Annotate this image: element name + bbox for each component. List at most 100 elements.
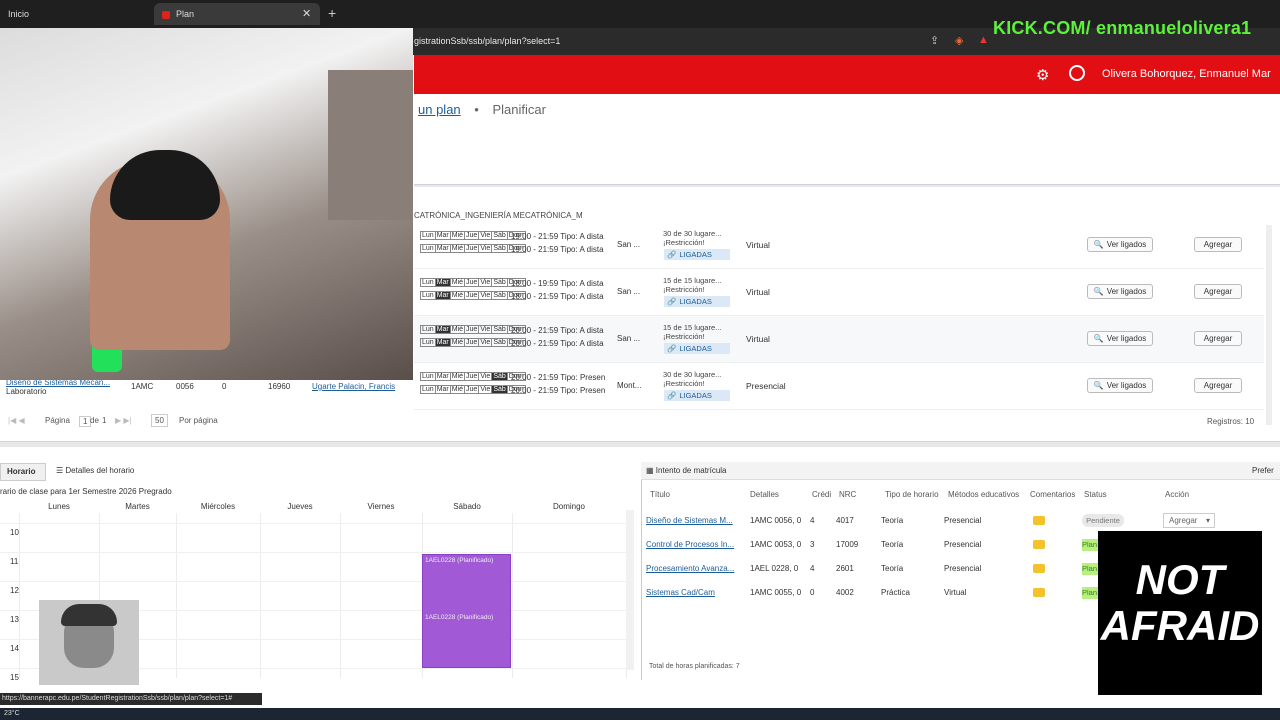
link-icon: 🔗 [667, 344, 677, 353]
meeting-days: Lun Mar Mié Jue Vie Sáb Dom [420, 385, 526, 394]
course-title-link[interactable]: Procesamiento Avanza... [646, 564, 736, 573]
schedule-type: Teoría [881, 516, 904, 525]
day-cell: Sáb [491, 325, 508, 334]
logo-line: AFRAID [1100, 602, 1260, 649]
tab-label: Plan [176, 9, 195, 19]
view-linked-button[interactable]: 🔍 Ver ligados [1087, 237, 1153, 252]
restriction-label: ¡Restricción! [663, 238, 705, 247]
day-cell: Mié [449, 338, 466, 347]
calendar-scrollbar[interactable] [626, 510, 634, 670]
column-header[interactable]: Tipo de horario [885, 490, 939, 499]
column-header[interactable]: Status [1084, 490, 1107, 499]
seats-status: 15 de 15 lugare... [663, 276, 722, 285]
column-header[interactable]: Título [650, 490, 670, 499]
comment-note-icon[interactable] [1033, 588, 1045, 597]
linked-badge[interactable]: 🔗 LIGADAS [664, 343, 730, 354]
action-select[interactable]: Agregar ▾ [1163, 513, 1215, 528]
add-button[interactable]: Agregar [1194, 378, 1242, 393]
comment-note-icon[interactable] [1033, 564, 1045, 573]
day-cell: Mar [434, 278, 451, 287]
program-label: CATRÓNICA_INGENIERÍA MECATRÓNICA_M [414, 211, 583, 220]
column-header[interactable]: Crédi [812, 490, 831, 499]
day-cell: Mar [434, 291, 451, 300]
link-icon: 🔗 [667, 391, 677, 400]
first-page-icon[interactable]: |◀ ◀ [8, 416, 25, 425]
tab-horario[interactable]: Horario [0, 463, 46, 481]
linked-badge[interactable]: 🔗 LIGADAS [664, 249, 730, 260]
user-name[interactable]: Olivera Bohorquez, Enmanuel Mar [1102, 68, 1271, 80]
results-scrollbar[interactable] [1266, 225, 1272, 425]
column-header[interactable]: Métodos educativos [948, 490, 1019, 499]
panel-splitter[interactable] [0, 441, 1280, 447]
close-tab-icon[interactable]: ✕ [302, 7, 311, 20]
comment-note-icon[interactable] [1033, 540, 1045, 549]
day-cell: Lun [420, 385, 436, 394]
user-avatar-icon[interactable] [1069, 65, 1085, 81]
course-details: 1AMC 0056, 0 [750, 516, 802, 525]
meeting-time: 19:00 - 21:59 Tipo: A dista [511, 232, 604, 241]
column-header[interactable]: Detalles [750, 490, 779, 499]
course-credits: 4 [810, 564, 815, 573]
view-linked-label: Ver ligados [1106, 381, 1147, 390]
status-badge: Pendiente [1082, 514, 1124, 527]
day-cell: Mié [449, 278, 466, 287]
comment-note-icon[interactable] [1033, 516, 1045, 525]
add-button[interactable]: Agregar [1194, 237, 1242, 252]
gear-icon[interactable]: ⚙ [1036, 66, 1049, 84]
instructor-link[interactable]: Ugarte Palacin, Francis [312, 382, 395, 391]
search-icon: 🔍 [1093, 287, 1104, 296]
url-text[interactable]: gistrationSsb/ssb/plan/plan?select=1 [414, 36, 560, 46]
breadcrumb: un plan • Planificar [418, 102, 546, 117]
view-linked-button[interactable]: 🔍 Ver ligados [1087, 284, 1153, 299]
column-header[interactable]: Comentarios [1030, 490, 1075, 499]
class-block-label: 1AEL0228 (Planificado) [425, 557, 494, 564]
linked-label: LIGADAS [679, 250, 712, 259]
day-cell: Mar [434, 325, 451, 334]
campus: Mont... [617, 381, 642, 390]
column-header[interactable]: Acción [1165, 490, 1189, 499]
course-details: 1AMC 0053, 0 [750, 540, 802, 549]
day-cell: Sáb [491, 278, 508, 287]
brave-shield-icon[interactable]: ◈ [955, 34, 963, 47]
add-button[interactable]: Agregar [1194, 331, 1242, 346]
rewards-icon[interactable]: ▲ [978, 34, 989, 46]
next-page-icon[interactable]: ▶ ▶| [115, 416, 132, 425]
day-cell: Mar [434, 231, 451, 240]
share-icon[interactable]: ⇪ [930, 34, 939, 47]
course-title-link[interactable]: Control de Procesos In... [646, 540, 736, 549]
course-title-link[interactable]: Diseño de Sistemas M... [646, 516, 736, 525]
tab-inicio[interactable]: Inicio [0, 3, 150, 25]
day-cell: Lun [420, 372, 436, 381]
new-tab-icon[interactable]: + [328, 5, 336, 21]
day-cell: Lun [420, 325, 436, 334]
education-method: Presencial [944, 516, 982, 525]
meeting-days: Lun Mar Mié Jue Vie Sáb Dom [420, 291, 526, 300]
per-page-select[interactable]: 50 [151, 414, 168, 427]
preferences-label[interactable]: Prefer [1252, 466, 1274, 475]
avatar-image [39, 600, 139, 685]
meeting-days: Lun Mar Mié Jue Vie Sáb Dom [420, 231, 526, 240]
course-crn: 4017 [836, 516, 854, 525]
instructional-method: Virtual [746, 334, 770, 344]
page-label: Página [45, 416, 70, 425]
meeting-time: 18:00 - 19:59 Tipo: A dista [511, 279, 604, 288]
view-linked-button[interactable]: 🔍 Ver ligados [1087, 331, 1153, 346]
grid-line [340, 513, 341, 678]
tab-plan[interactable]: Plan [154, 3, 320, 25]
restriction-label: ¡Restricción! [663, 379, 705, 388]
restriction-label: ¡Restricción! [663, 285, 705, 294]
meeting-days: Lun Mar Mié Jue Vie Sáb Dom [420, 325, 526, 334]
day-cell: Mié [449, 385, 466, 394]
class-block[interactable]: 1AEL0228 (Planificado) 1AEL0228 (Planifi… [422, 554, 511, 668]
linked-badge[interactable]: 🔗 LIGADAS [664, 390, 730, 401]
tab-detalles-horario[interactable]: ☰ Detalles del horario [56, 466, 134, 475]
column-header[interactable]: NRC [839, 490, 856, 499]
course-title-link[interactable]: Sistemas Cad/Cam [646, 588, 736, 597]
linked-badge[interactable]: 🔗 LIGADAS [664, 296, 730, 307]
day-header: Jueves [287, 502, 313, 511]
day-cell: Mié [449, 372, 466, 381]
breadcrumb-link[interactable]: un plan [418, 102, 461, 117]
add-button[interactable]: Agregar [1194, 284, 1242, 299]
browser-status-url: https://bannerapc.edu.pe/StudentRegistra… [0, 693, 262, 705]
view-linked-button[interactable]: 🔍 Ver ligados [1087, 378, 1153, 393]
